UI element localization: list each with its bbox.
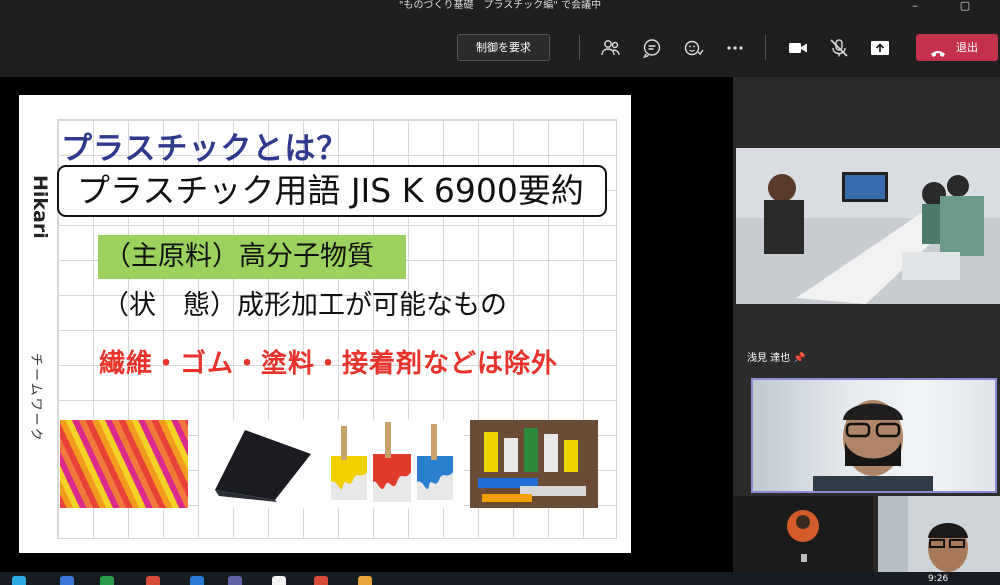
participant-name-text: 浅見 達也 [747, 353, 791, 364]
taskbar-app-icon[interactable] [100, 576, 114, 585]
title-bar: "ものづくり基礎 プラスチック編" で会議中 – ▢ [0, 0, 1000, 13]
pin-icon[interactable]: 📌 [793, 353, 805, 364]
paint-cans-image [319, 420, 464, 508]
brand-text: Hikari [29, 175, 51, 239]
taskbar-app-icon[interactable] [146, 576, 160, 585]
request-control-button[interactable]: 制御を要求 [457, 34, 550, 61]
hikari-logo: Hikari [23, 173, 55, 263]
meeting-toolbar: 制御を要求 退出 [0, 13, 1000, 77]
more-icon[interactable] [724, 37, 746, 59]
participant-tile-avatar[interactable] [733, 496, 873, 572]
term-box: プラスチック用語 JIS K 6900要約 [57, 165, 607, 217]
toolbar-divider [579, 35, 580, 60]
taskbar-app-icon[interactable] [190, 576, 204, 585]
people-icon[interactable] [600, 37, 622, 59]
leave-button[interactable]: 退出 [916, 34, 998, 61]
fine-print [33, 455, 43, 543]
shared-slide: Hikari プラスチックとは？ プラスチック用語 JIS K 6900要約 （… [19, 95, 631, 553]
participant-video-room[interactable] [736, 148, 1000, 304]
chat-icon[interactable] [641, 37, 663, 59]
taskbar-app-icon[interactable] [314, 576, 328, 585]
teamwork-text: チームワーク [28, 353, 43, 443]
taskbar-app-icon[interactable] [12, 576, 26, 585]
active-speaker-video[interactable] [751, 378, 997, 493]
shared-content-area: Hikari プラスチックとは？ プラスチック用語 JIS K 6900要約 （… [0, 77, 733, 572]
reactions-icon[interactable] [683, 37, 705, 59]
windows-taskbar: 9:26 [0, 572, 1000, 585]
thread-spools-image [60, 420, 188, 508]
taskbar-app-icon[interactable] [358, 576, 372, 585]
participant-video-2[interactable] [878, 496, 1000, 572]
share-screen-icon[interactable] [869, 37, 891, 59]
taskbar-app-icon[interactable] [272, 576, 286, 585]
taskbar-clock: 9:26 [928, 574, 949, 584]
participants-panel: 浅見 達也 📌 [733, 77, 1000, 572]
camera-icon[interactable] [787, 37, 809, 59]
adhesive-tubes-image [470, 420, 598, 508]
participant-name: 浅見 達也 📌 [747, 349, 806, 364]
maximize-icon[interactable]: ▢ [948, 0, 982, 13]
window-title: "ものづくり基礎 プラスチック編" で会議中 [398, 0, 602, 11]
slide-title: プラスチックとは？ [61, 131, 349, 167]
teams-taskbar-icon[interactable] [228, 576, 242, 585]
leave-label: 退出 [956, 41, 978, 54]
minimize-icon[interactable]: – [898, 0, 932, 13]
toolbar-divider [765, 35, 766, 60]
state-line: （状 態）成形加工が可能なもの [102, 290, 507, 321]
exclusion-line: 繊維・ゴム・塗料・接着剤などは除外 [99, 349, 559, 379]
main-material-line: （主原料）高分子物質 [98, 235, 406, 279]
rubber-sheet-image [199, 420, 319, 508]
taskbar-app-icon[interactable] [60, 576, 74, 585]
mic-off-icon[interactable] [828, 37, 850, 59]
phone-hangup-icon [930, 42, 946, 69]
